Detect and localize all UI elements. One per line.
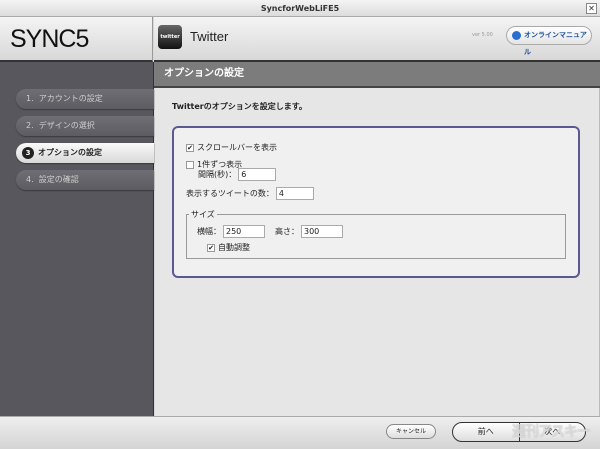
online-manual-label: オンラインマニュアル (524, 31, 587, 56)
logo-panel: SYNC5 (0, 17, 153, 62)
title-bar: SyncforWebLiFE5 ✕ (0, 0, 600, 17)
prev-button[interactable]: 前へ (453, 423, 519, 441)
step-number: 4. (26, 175, 34, 184)
sidebar-step-design[interactable]: 2. デザインの選択 (16, 116, 154, 136)
sidebar-step-confirm[interactable]: 4. 設定の確認 (16, 170, 154, 190)
window-title: SyncforWebLiFE5 (260, 4, 340, 13)
size-row: 横幅： 250 高さ： 300 (197, 225, 343, 238)
tweet-count-input[interactable]: 4 (275, 187, 314, 200)
size-legend: サイズ (189, 209, 217, 220)
scrollbar-checkbox[interactable]: ✔ (186, 143, 194, 152)
section-title: オプションの設定 (154, 62, 600, 88)
scrollbar-label: スクロールバーを表示 (197, 143, 277, 152)
step-number: 1. (26, 94, 34, 103)
height-label: 高さ： (275, 227, 299, 236)
close-icon[interactable]: ✕ (586, 3, 597, 14)
watermark: 週刊アスキー (512, 424, 591, 440)
interval-row: 間隔(秒)： 6 (198, 168, 277, 181)
sidebar-step-account[interactable]: 1. アカウントの設定 (16, 89, 154, 109)
step-number: 2. (26, 121, 34, 130)
width-label: 横幅： (197, 227, 221, 236)
sidebar: 1. アカウントの設定 2. デザインの選択 3 オプションの設定 4. 設定の確… (0, 62, 154, 417)
interval-input[interactable]: 6 (238, 168, 277, 181)
step-label: 設定の確認 (38, 175, 79, 184)
cancel-button[interactable]: キャンセル (386, 424, 436, 439)
height-input[interactable]: 300 (301, 225, 343, 238)
globe-icon (512, 31, 521, 40)
content-area: Twitterのオプションを設定します。 ✔ スクロールバーを表示 1件ずつ表示… (155, 88, 600, 416)
sidebar-step-options[interactable]: 3 オプションの設定 (16, 143, 154, 163)
one-by-one-checkbox[interactable] (186, 160, 194, 169)
options-panel: ✔ スクロールバーを表示 1件ずつ表示 間隔(秒)： 6 表示するツイートの数：… (172, 126, 580, 278)
step-label: デザインの選択 (38, 121, 95, 130)
app-logo: SYNC5 (10, 25, 89, 53)
auto-adjust-checkbox[interactable]: ✔ (207, 243, 215, 252)
footer: キャンセル 前へ 次へ 週刊アスキー (0, 416, 600, 449)
app-title: Twitter (190, 29, 229, 44)
intro-text: Twitterのオプションを設定します。 (172, 102, 307, 111)
online-manual-button[interactable]: オンラインマニュアル (506, 26, 592, 56)
size-fieldset: サイズ 横幅： 250 高さ： 300 ✔ 自動調整 (186, 209, 566, 259)
interval-label: 間隔(秒)： (198, 170, 237, 179)
twitter-icon: twitter (158, 25, 182, 49)
width-input[interactable]: 250 (223, 225, 265, 238)
step-label: アカウントの設定 (38, 94, 103, 103)
version-label: ver 5.00 (472, 32, 493, 38)
step-label: オプションの設定 (38, 148, 102, 157)
tweet-count-row: 表示するツイートの数： 4 (186, 187, 314, 200)
tweet-count-label: 表示するツイートの数： (186, 189, 274, 198)
scrollbar-option: ✔ スクロールバーを表示 (186, 142, 277, 153)
auto-adjust-label: 自動調整 (218, 243, 250, 252)
auto-adjust-option: ✔ 自動調整 (207, 242, 250, 253)
header: twitter Twitter ver 5.00 オンラインマニュアル (154, 17, 600, 62)
step-number: 3 (22, 147, 34, 159)
